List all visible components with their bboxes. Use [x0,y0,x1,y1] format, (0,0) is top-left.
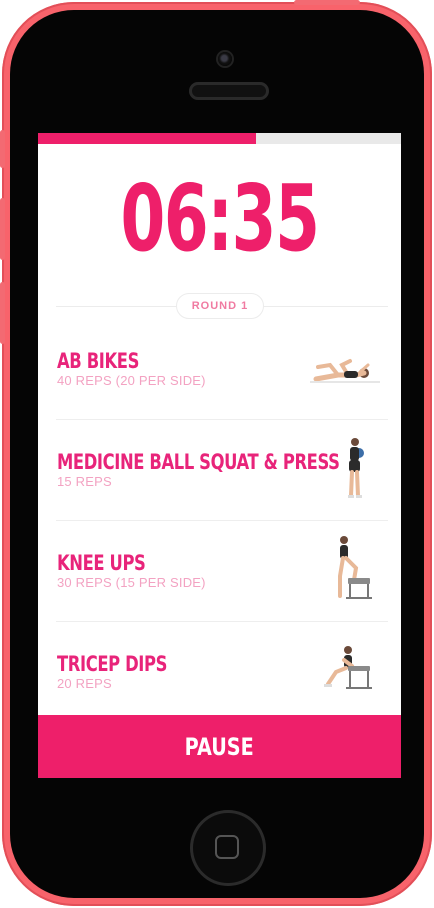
ab-bikes-illustration [310,359,380,383]
app-screen: 06:35 ROUND 1 AB BIKES 40 REPS (20 PER S… [38,133,401,778]
exercise-reps: 20 REPS [57,676,112,691]
knee-ups-illustration [338,536,372,599]
tricep-dips-illustration [324,646,372,689]
exercise-name: KNEE UPS [57,551,146,575]
volume-up-button [0,198,5,260]
power-button [294,0,360,5]
silent-switch [0,130,5,168]
pause-button[interactable]: PAUSE [38,715,401,778]
exercise-reps: 15 REPS [57,474,112,489]
home-square-icon [215,835,239,859]
exercise-item[interactable]: TRICEP DIPS 20 REPS [38,622,401,723]
volume-down-button [0,282,5,344]
pause-label: PAUSE [184,733,255,761]
exercise-item[interactable]: AB BIKES 40 REPS (20 PER SIDE) [38,319,401,420]
exercise-name: TRICEP DIPS [57,652,168,676]
home-button[interactable] [190,810,266,886]
squat-press-illustration [348,438,364,498]
exercise-item[interactable]: KNEE UPS 30 REPS (15 PER SIDE) [38,521,401,622]
exercise-name: MEDICINE BALL SQUAT & PRESS [57,450,340,474]
workout-progress-bar [38,133,401,144]
countdown-timer: 06:35 [120,165,319,272]
round-divider: ROUND 1 [56,293,388,319]
exercise-reps: 30 REPS (15 PER SIDE) [57,575,206,590]
exercise-item[interactable]: MEDICINE BALL SQUAT & PRESS 15 REPS [38,420,401,521]
exercise-reps: 40 REPS (20 PER SIDE) [57,373,206,388]
exercise-list: AB BIKES 40 REPS (20 PER SIDE) MEDICINE … [38,319,401,723]
round-badge: ROUND 1 [176,293,264,319]
front-camera [218,52,232,66]
earpiece-speaker [189,82,269,100]
progress-fill [38,133,256,144]
exercise-name: AB BIKES [57,349,140,373]
